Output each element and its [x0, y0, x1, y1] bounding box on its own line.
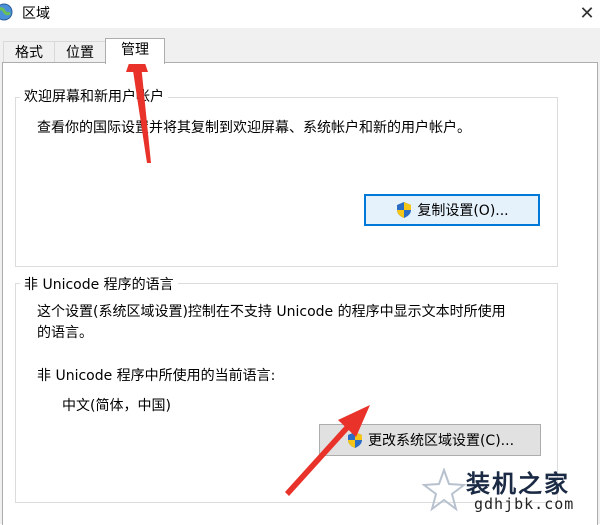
tab-label: 管理	[121, 42, 149, 58]
watermark-title: 装机之家	[466, 470, 570, 498]
tab-administrative[interactable]: 管理	[105, 38, 165, 64]
watermark: 装机之家 gdhjbk.com	[418, 462, 598, 522]
arrow-to-change-locale-button	[285, 405, 370, 496]
star-logo-icon	[422, 468, 466, 512]
annotation-arrows	[126, 40, 370, 496]
watermark-url: gdhjbk.com	[474, 495, 575, 513]
